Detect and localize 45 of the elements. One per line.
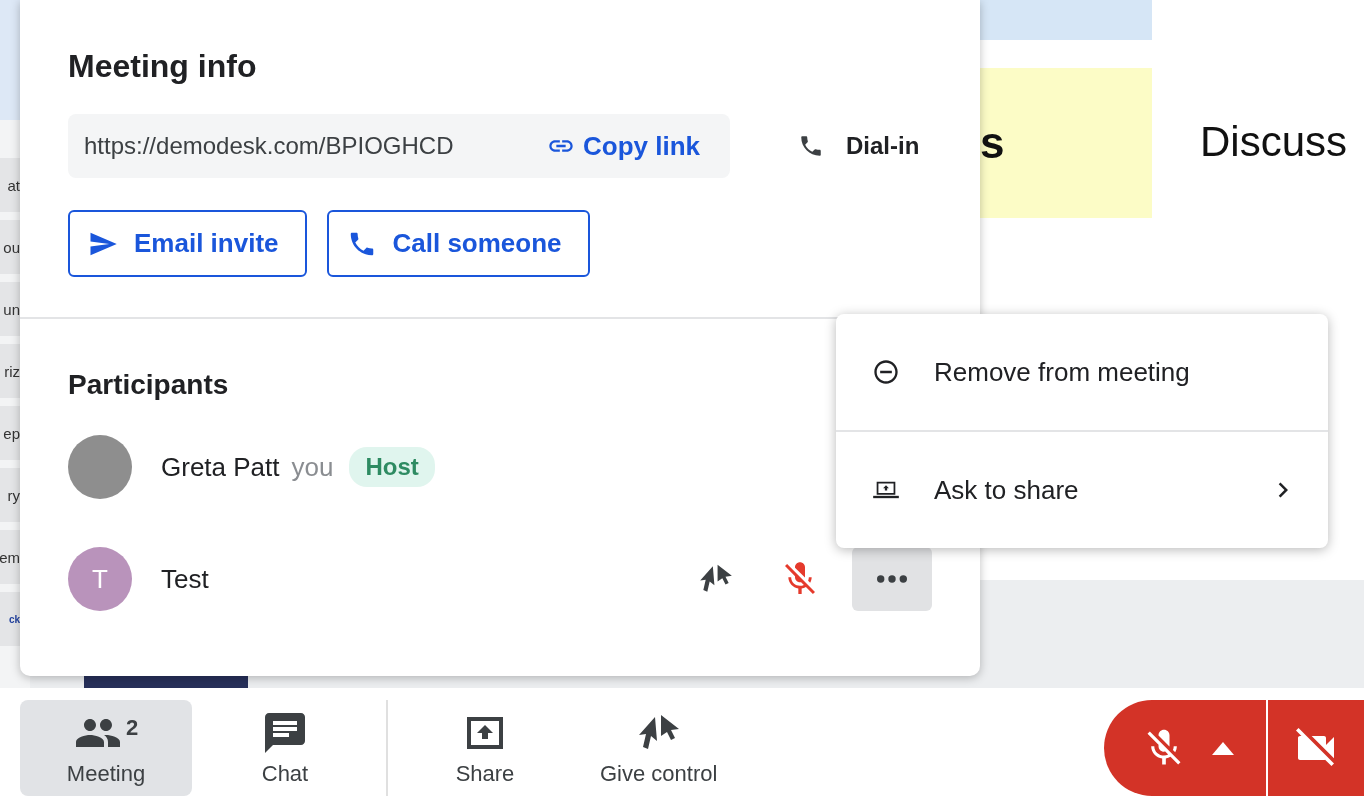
camera-off-button[interactable] bbox=[1266, 700, 1364, 796]
email-invite-button[interactable]: Email invite bbox=[68, 210, 307, 277]
more-icon bbox=[877, 575, 907, 583]
thumbnail-text: un bbox=[3, 300, 20, 318]
slide-thumbnail[interactable]: un bbox=[0, 282, 20, 336]
slide-thumbnail[interactable]: em bbox=[0, 530, 20, 584]
slide-thumbnail[interactable]: riz bbox=[0, 344, 20, 398]
you-label: you bbox=[291, 451, 334, 483]
toolbar-button[interactable]: Chat bbox=[222, 700, 348, 796]
slide-text: Discuss bbox=[1200, 118, 1348, 166]
thumbnail-text: ep bbox=[3, 424, 20, 442]
avatar: T bbox=[68, 547, 132, 611]
panel-title: Meeting info bbox=[68, 47, 258, 86]
slide-thumbnail[interactable]: ep bbox=[0, 406, 20, 460]
participant-name: Greta Patt bbox=[161, 451, 280, 483]
slide-thumbnail[interactable]: ry bbox=[0, 468, 20, 522]
meeting-link-field[interactable]: https://demodesk.com/BPIOGHCD Copy link bbox=[68, 114, 730, 178]
thumbnail-text: em bbox=[0, 548, 20, 566]
host-badge: Host bbox=[349, 447, 435, 487]
toolbar-button[interactable]: Give control bbox=[578, 700, 740, 796]
more-button[interactable] bbox=[852, 547, 932, 611]
phone-icon bbox=[798, 133, 824, 159]
participant-name: Test bbox=[161, 563, 209, 595]
thumbnail-text: ou bbox=[3, 238, 20, 256]
participant-count: 2 bbox=[125, 715, 139, 741]
menu-item[interactable]: Ask to share bbox=[836, 430, 1328, 548]
call-button[interactable]: Call someone bbox=[326, 210, 590, 277]
section-title: Participants bbox=[68, 369, 229, 401]
thumbnail-text: riz bbox=[4, 362, 20, 380]
mic-muted-button[interactable] bbox=[1104, 700, 1266, 796]
slide-thumbnail[interactable]: ck bbox=[0, 592, 20, 646]
slide-heading: s bbox=[980, 118, 1005, 168]
menu-item[interactable]: Remove from meeting bbox=[836, 314, 1328, 430]
meeting-url: https://demodesk.com/BPIOGHCD bbox=[84, 132, 454, 160]
copy-link-button[interactable]: Copy link bbox=[547, 130, 700, 162]
thumbnail-text: at bbox=[7, 176, 20, 194]
toolbar-button[interactable]: Share bbox=[422, 700, 548, 796]
slide-thumbnail[interactable]: ou bbox=[0, 220, 20, 274]
thumbnail-text: ck bbox=[8, 613, 20, 625]
toolbar-button[interactable]: 2 Meeting bbox=[20, 700, 192, 796]
slide-thumbnail[interactable] bbox=[0, 0, 20, 120]
dial-in-button[interactable]: Dial-in bbox=[788, 132, 930, 160]
slide-thumbnail[interactable]: at bbox=[0, 158, 20, 212]
caret-up-icon bbox=[1212, 741, 1234, 755]
thumbnail-text: ry bbox=[7, 486, 20, 504]
